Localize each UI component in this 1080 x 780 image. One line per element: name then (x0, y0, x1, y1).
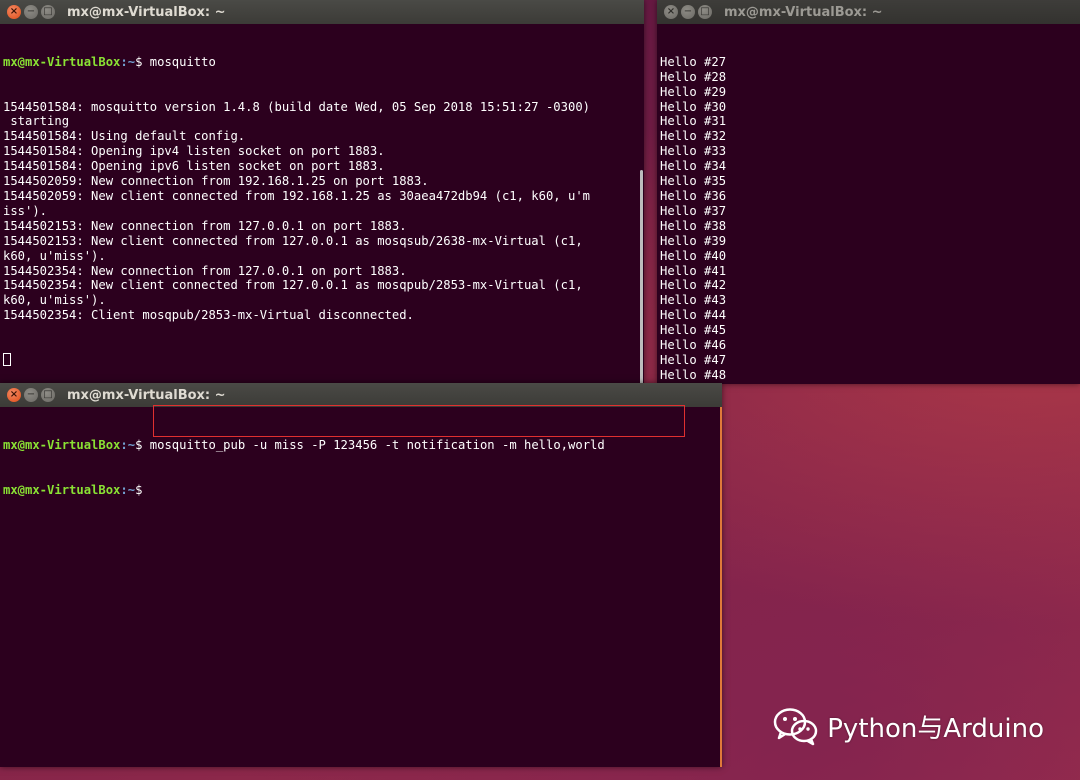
log-line: k60, u'miss'). (3, 248, 106, 263)
prompt-user: mx@mx-VirtualBox (3, 482, 121, 497)
message-line: Hello #29 (660, 84, 727, 99)
window-title: mx@mx-VirtualBox: ~ (67, 387, 226, 403)
prompt-path: :~ (120, 54, 136, 69)
close-icon[interactable]: × (664, 5, 678, 19)
message-line: Hello #35 (660, 174, 727, 189)
command-text: mosquitto_pub -u miss -P 123456 -t notif… (149, 437, 605, 452)
minimize-icon[interactable]: − (24, 388, 38, 402)
log-line: 1544502059: New client connected from 19… (3, 188, 590, 203)
watermark-text: Python与Arduino (827, 713, 1044, 744)
message-line: Hello #41 (660, 263, 727, 278)
prompt-symbol: $ (135, 54, 150, 69)
scrollbar[interactable] (638, 25, 644, 384)
prompt-line: mx@mx-VirtualBox:~$ mosquitto_pub -u mis… (3, 438, 605, 453)
log-line: starting (3, 114, 70, 129)
log-line: 1544502354: New connection from 127.0.0.… (3, 263, 407, 278)
message-line: Hello #45 (660, 323, 727, 338)
terminal-output[interactable]: Hello #27 Hello #28 Hello #29 Hello #30 Hell… (660, 25, 726, 384)
log-lines: 1544501584: mosquitto version 1.4.8 (bui… (3, 100, 590, 324)
message-line: Hello #34 (660, 159, 727, 174)
titlebar[interactable]: × − □ mx@mx-VirtualBox: ~ (0, 0, 644, 24)
prompt-path: :~ (120, 482, 136, 497)
window-title: mx@mx-VirtualBox: ~ (67, 4, 226, 20)
close-icon[interactable]: × (7, 5, 21, 19)
maximize-icon[interactable]: □ (41, 5, 55, 19)
message-line: Hello #43 (660, 293, 727, 308)
prompt-user: mx@mx-VirtualBox (3, 437, 121, 452)
log-line: 1544502153: New connection from 127.0.0.… (3, 218, 407, 233)
log-line: iss'). (3, 203, 48, 218)
log-line: 1544502059: New connection from 192.168.… (3, 174, 429, 189)
log-line: 1544501584: Using default config. (3, 129, 246, 144)
prompt-line: mx@mx-VirtualBox:~$ mosquitto (3, 55, 590, 70)
terminal-window-subscriber[interactable]: × − □ mx@mx-VirtualBox: ~ Hello #27 Hello… (657, 0, 1080, 384)
titlebar[interactable]: × − □ mx@mx-VirtualBox: ~ (657, 0, 1080, 24)
window-right-edge (720, 407, 722, 767)
prompt-symbol: $ (135, 482, 143, 497)
message-line: Hello #31 (660, 114, 727, 129)
message-line: Hello #36 (660, 188, 727, 203)
log-line: k60, u'miss'). (3, 293, 106, 308)
message-line: Hello #46 (660, 338, 727, 353)
scrollbar-thumb[interactable] (640, 170, 643, 384)
terminal-window-broker[interactable]: × − □ mx@mx-VirtualBox: ~ mx@mx-VirtualB… (0, 0, 644, 384)
terminal-output[interactable]: mx@mx-VirtualBox:~$ mosquitto 1544501584… (3, 25, 590, 384)
terminal-cursor (3, 352, 11, 366)
message-line: Hello #48 (660, 367, 727, 382)
minimize-icon[interactable]: − (24, 5, 38, 19)
message-line: Hello #27 (660, 54, 727, 69)
log-line: 1544502354: Client mosqpub/2853-mx-Virtu… (3, 308, 414, 323)
command-text: mosquitto (149, 54, 216, 69)
prompt-line: mx@mx-VirtualBox:~$ (3, 483, 605, 498)
message-line: Hello #39 (660, 233, 727, 248)
message-line: Hello #37 (660, 203, 727, 218)
message-line: Hello #47 (660, 352, 727, 367)
close-icon[interactable]: × (7, 388, 21, 402)
maximize-icon[interactable]: □ (41, 388, 55, 402)
titlebar[interactable]: × − □ mx@mx-VirtualBox: ~ (0, 383, 722, 407)
message-line: Hello #28 (660, 69, 727, 84)
log-line: 1544502354: New client connected from 12… (3, 278, 583, 293)
message-line: Hello #42 (660, 278, 727, 293)
window-title: mx@mx-VirtualBox: ~ (724, 4, 883, 20)
prompt-symbol: $ (135, 437, 150, 452)
message-lines: Hello #27 Hello #28 Hello #29 Hello #30 Hell… (660, 55, 726, 384)
terminal-window-publisher[interactable]: × − □ mx@mx-VirtualBox: ~ mx@mx-VirtualB… (0, 383, 722, 767)
message-line: Hello #33 (660, 144, 727, 159)
log-line: 1544501584: Opening ipv4 listen socket o… (3, 144, 385, 159)
cursor-line (3, 352, 590, 368)
maximize-icon[interactable]: □ (698, 5, 712, 19)
message-line: Hello #40 (660, 248, 727, 263)
prompt-path: :~ (120, 437, 136, 452)
log-line: 1544502153: New client connected from 12… (3, 233, 583, 248)
prompt-user: mx@mx-VirtualBox (3, 54, 121, 69)
message-line: Hello #44 (660, 308, 727, 323)
watermark: Python与Arduino (773, 706, 1044, 746)
message-line: Hello #32 (660, 129, 727, 144)
message-line: Hello #38 (660, 218, 727, 233)
minimize-icon[interactable]: − (681, 5, 695, 19)
highlight-box (153, 405, 685, 437)
message-line: Hello #30 (660, 99, 727, 114)
log-line: 1544501584: Opening ipv6 listen socket o… (3, 159, 385, 174)
log-line: 1544501584: mosquitto version 1.4.8 (bui… (3, 99, 590, 114)
wechat-icon (774, 708, 818, 746)
